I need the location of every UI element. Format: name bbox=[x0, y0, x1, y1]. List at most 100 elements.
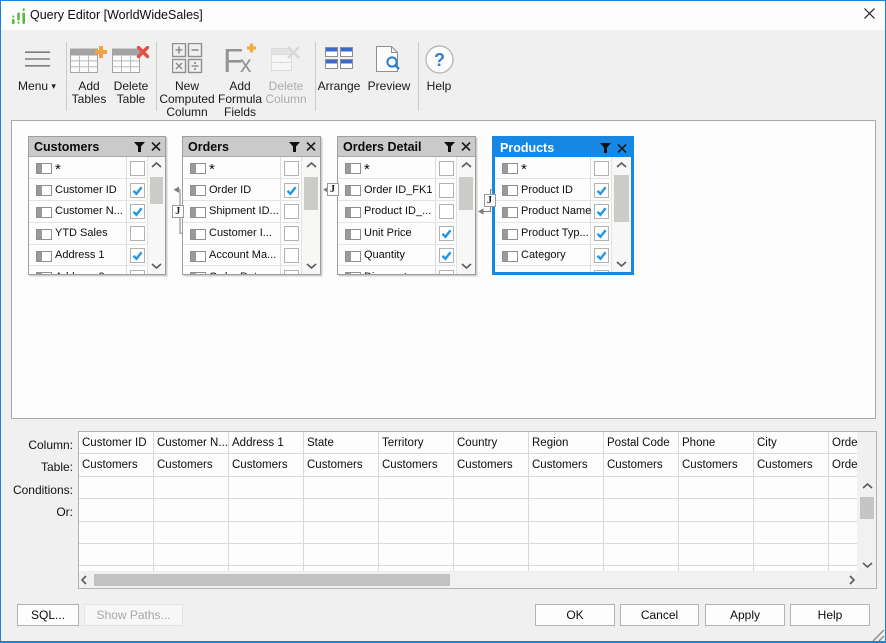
field-checkbox-checked[interactable] bbox=[439, 226, 454, 241]
field-checkbox[interactable] bbox=[439, 204, 454, 219]
toolbar-button-arrange[interactable]: Arrange bbox=[311, 38, 367, 93]
grid-cell[interactable]: Customers bbox=[154, 454, 229, 476]
close-button[interactable] bbox=[856, 3, 882, 27]
field-checkbox-checked[interactable] bbox=[284, 183, 299, 198]
grid-cell[interactable] bbox=[454, 499, 529, 521]
ok-button[interactable]: OK bbox=[535, 604, 615, 626]
grid-cell[interactable] bbox=[229, 522, 304, 544]
filter-icon[interactable] bbox=[442, 142, 458, 152]
field-row-address-2[interactable]: Address 2 bbox=[29, 266, 146, 275]
grid-cell[interactable] bbox=[529, 566, 604, 571]
grid-cell[interactable] bbox=[379, 499, 454, 521]
field-row-shipment-id[interactable]: Shipment ID... bbox=[183, 201, 300, 223]
grid-cell[interactable] bbox=[229, 566, 304, 571]
filter-icon[interactable] bbox=[287, 142, 303, 152]
field-checkbox-checked[interactable] bbox=[439, 248, 454, 263]
field-checkbox[interactable] bbox=[439, 183, 454, 198]
field-row-order-id[interactable]: Order ID bbox=[183, 179, 300, 201]
scrollbar-thumb[interactable] bbox=[94, 574, 450, 586]
grid-cell[interactable] bbox=[679, 522, 754, 544]
grid-cell[interactable] bbox=[79, 477, 154, 499]
grid-cell[interactable] bbox=[604, 544, 679, 566]
scroll-up-icon[interactable] bbox=[457, 162, 475, 168]
join-label[interactable]: J bbox=[327, 183, 339, 196]
grid-cell[interactable]: Customers bbox=[754, 454, 829, 476]
field-row-quantity[interactable]: Quantity bbox=[338, 244, 455, 266]
scroll-down-icon[interactable] bbox=[148, 263, 165, 269]
grid-cell[interactable] bbox=[304, 566, 379, 571]
grid-cell[interactable] bbox=[454, 566, 529, 571]
field-row-address-1[interactable]: Address 1 bbox=[29, 244, 146, 266]
help-button[interactable]: Help bbox=[790, 604, 870, 626]
field-checkbox-checked[interactable] bbox=[130, 248, 145, 263]
grid-cell[interactable] bbox=[304, 499, 379, 521]
field-row-unit-price[interactable]: Unit Price bbox=[338, 222, 455, 244]
grid-cell[interactable] bbox=[229, 544, 304, 566]
grid-cell[interactable]: Customers bbox=[229, 454, 304, 476]
grid-cell[interactable]: City bbox=[754, 432, 829, 454]
field-row-product-id[interactable]: Product ID_... bbox=[338, 201, 455, 223]
grid-cell[interactable] bbox=[679, 477, 754, 499]
grid-cell[interactable]: Orde bbox=[829, 432, 857, 454]
field-row-discount[interactable]: Discount bbox=[338, 266, 455, 275]
grid-cell[interactable] bbox=[304, 477, 379, 499]
grid-cell[interactable] bbox=[154, 477, 229, 499]
join-label[interactable]: J bbox=[484, 194, 496, 207]
field-checkbox-checked[interactable] bbox=[130, 204, 145, 219]
field-row-star[interactable]: * bbox=[495, 157, 610, 179]
grid-cell[interactable] bbox=[829, 522, 857, 544]
scroll-down-icon[interactable] bbox=[457, 263, 475, 269]
field-row-product-id[interactable]: Product ID bbox=[495, 179, 610, 201]
table-panel-header[interactable]: Orders Detail bbox=[338, 137, 475, 157]
field-checkbox[interactable] bbox=[439, 161, 454, 176]
field-row-star[interactable]: * bbox=[338, 157, 455, 179]
field-row-category[interactable]: Category bbox=[495, 244, 610, 266]
grid-cell[interactable] bbox=[154, 499, 229, 521]
field-row-product-typ[interactable]: Product Typ... bbox=[495, 222, 610, 244]
scroll-up-icon[interactable] bbox=[148, 162, 165, 168]
panel-scrollbar[interactable] bbox=[301, 157, 320, 274]
scroll-up-icon[interactable] bbox=[858, 483, 876, 489]
close-table-icon[interactable] bbox=[148, 142, 164, 151]
grid-cell[interactable] bbox=[829, 544, 857, 566]
grid-cell[interactable]: Address 1 bbox=[229, 432, 304, 454]
grid-cell[interactable]: Customers bbox=[79, 454, 154, 476]
apply-button[interactable]: Apply bbox=[705, 604, 785, 626]
grid-cell[interactable] bbox=[79, 566, 154, 571]
grid-cell[interactable] bbox=[154, 544, 229, 566]
grid-cell[interactable] bbox=[604, 566, 679, 571]
scrollbar-thumb[interactable] bbox=[459, 177, 473, 210]
grid-vertical-scrollbar[interactable] bbox=[858, 481, 876, 570]
cancel-button[interactable]: Cancel bbox=[620, 604, 699, 626]
field-checkbox[interactable] bbox=[439, 270, 454, 275]
field-checkbox-checked[interactable] bbox=[594, 204, 609, 219]
grid-cell[interactable]: Customers bbox=[604, 454, 679, 476]
grid-cell[interactable] bbox=[379, 477, 454, 499]
grid-cell[interactable]: Customer N... bbox=[154, 432, 229, 454]
grid-cell[interactable]: Country bbox=[454, 432, 529, 454]
field-row-customer-i[interactable]: Customer I... bbox=[183, 222, 300, 244]
grid-cell[interactable] bbox=[379, 522, 454, 544]
table-panel-header[interactable]: Customers bbox=[29, 137, 165, 157]
close-table-icon[interactable] bbox=[614, 144, 630, 153]
field-row-customer-n[interactable]: Customer N... bbox=[29, 201, 146, 223]
grid-cell[interactable] bbox=[454, 522, 529, 544]
field-row-order-dat[interactable]: Order Dat... bbox=[183, 266, 300, 275]
table-panel-orders-detail[interactable]: Orders Detail*Order ID_FK1Product ID_...… bbox=[337, 136, 476, 275]
table-panel-orders[interactable]: Orders*Order IDShipment ID...Customer I.… bbox=[182, 136, 321, 275]
scrollbar-thumb[interactable] bbox=[614, 175, 629, 222]
field-checkbox[interactable] bbox=[284, 226, 299, 241]
grid-cell[interactable] bbox=[604, 499, 679, 521]
grid-cell[interactable] bbox=[604, 522, 679, 544]
grid-cell[interactable] bbox=[379, 544, 454, 566]
grid-cell[interactable] bbox=[79, 522, 154, 544]
grid-cell[interactable] bbox=[229, 477, 304, 499]
grid-cell[interactable] bbox=[679, 566, 754, 571]
grid-cell[interactable] bbox=[679, 499, 754, 521]
grid-cell[interactable] bbox=[454, 544, 529, 566]
grid-cell[interactable] bbox=[829, 566, 857, 571]
field-checkbox[interactable] bbox=[130, 226, 145, 241]
grid-cell[interactable]: Territory bbox=[379, 432, 454, 454]
field-row-customer-id[interactable]: Customer ID bbox=[29, 179, 146, 201]
resize-grip[interactable] bbox=[872, 629, 885, 642]
